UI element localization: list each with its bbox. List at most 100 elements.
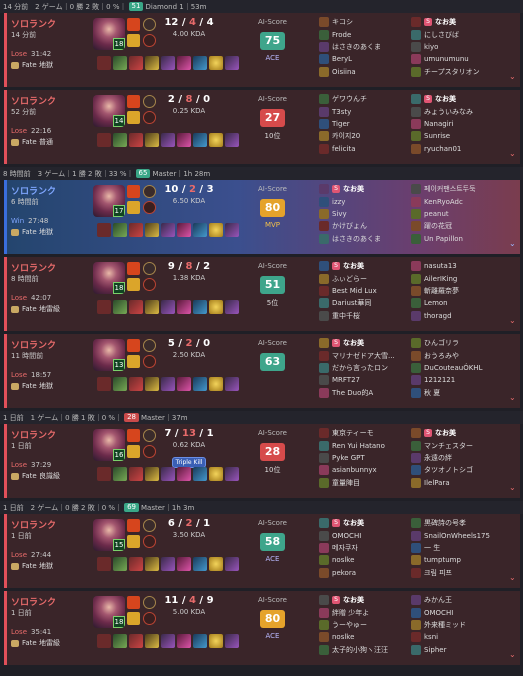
player-entry[interactable]: 躍の花冠 [411,220,497,232]
player-entry[interactable]: Dariust華同 [319,297,405,309]
keystone-rune-icon[interactable] [143,596,156,609]
match-card[interactable]: ソロランク 6 時間前 Win 27:48 Fate 地獄 17 10 / 2 /… [4,180,520,254]
item-icon[interactable] [225,377,239,391]
player-entry[interactable]: にしさびば [411,28,497,40]
match-card[interactable]: ソロランク 14 分前 Lose 31:42 Fate 地獄 18 12 / 4 … [4,13,520,87]
match-card[interactable]: ソロランク 1 日前 Lose 35:41 Fate 地雷級 18 11 / 4 … [4,591,520,665]
secondary-rune-icon[interactable] [143,34,156,47]
item-icon[interactable] [225,223,239,237]
player-entry[interactable]: 카이지20 [319,130,405,142]
ward-trinket-icon[interactable] [209,377,223,391]
champion-portrait[interactable]: 18 [93,596,125,628]
summoner-spell-icon[interactable] [127,445,140,458]
item-icon[interactable] [161,223,175,237]
item-icon[interactable] [161,634,175,648]
item-icon[interactable] [145,467,159,481]
item-icon[interactable] [193,377,207,391]
item-icon[interactable] [225,557,239,571]
item-icon[interactable] [129,377,143,391]
player-entry[interactable]: noslke [319,554,405,566]
player-entry[interactable]: Oisiina [319,66,405,78]
item-icon[interactable] [177,56,191,70]
player-entry[interactable]: Sunrise [411,130,497,142]
item-icon[interactable] [145,56,159,70]
player-entry[interactable]: thoragd [411,310,497,322]
player-entry[interactable]: felicita [319,143,405,155]
player-entry[interactable]: 메자쿠자 [319,542,405,554]
player-entry[interactable]: 秋 夏 [411,387,497,399]
player-entry[interactable]: ふぃどらー [319,272,405,284]
item-icon[interactable] [145,300,159,314]
player-entry[interactable]: nasuta13 [411,260,497,272]
player-entry[interactable]: S なお美 [319,183,405,195]
item-icon[interactable] [97,377,111,391]
chevron-down-icon[interactable]: ⌄ [509,651,517,659]
chevron-down-icon[interactable]: ⌄ [509,73,517,81]
player-entry[interactable]: T3sty [319,105,405,117]
player-entry[interactable]: キコシ [319,16,405,28]
item-icon[interactable] [97,467,111,481]
match-card[interactable]: ソロランク 52 分前 Lose 22:16 Fate 普通 14 2 / 8 /… [4,90,520,164]
player-entry[interactable]: 永遠の絆 [411,452,497,464]
player-entry[interactable]: S なお美 [411,93,497,105]
player-entry[interactable]: Sipher [411,644,497,656]
item-icon[interactable] [161,557,175,571]
match-card[interactable]: ソロランク 1 日前 Lose 37:29 Fate 良識級 16 7 / 13 … [4,424,520,498]
player-entry[interactable]: tumptump [411,554,497,566]
player-entry[interactable]: AilerIKing [411,272,497,284]
champion-portrait[interactable]: 14 [93,95,125,127]
item-icon[interactable] [193,56,207,70]
player-entry[interactable]: かけびょん [319,220,405,232]
item-icon[interactable] [193,223,207,237]
secondary-rune-icon[interactable] [143,201,156,214]
champion-portrait[interactable]: 13 [93,339,125,371]
item-icon[interactable] [177,223,191,237]
item-icon[interactable] [129,223,143,237]
player-entry[interactable]: peanut [411,208,497,220]
item-icon[interactable] [113,377,127,391]
item-icon[interactable] [193,634,207,648]
summoner-spell-icon[interactable] [127,519,140,532]
item-icon[interactable] [145,557,159,571]
summoner-spell-icon[interactable] [127,339,140,352]
player-entry[interactable]: 太子的小狗ヽ汪汪 [319,644,405,656]
player-entry[interactable]: だから言ったロン [319,362,405,374]
item-icon[interactable] [97,133,111,147]
item-icon[interactable] [225,467,239,481]
player-entry[interactable]: umunumunu [411,53,497,65]
item-icon[interactable] [113,634,127,648]
keystone-rune-icon[interactable] [143,519,156,532]
ward-trinket-icon[interactable] [209,223,223,237]
item-icon[interactable] [177,133,191,147]
player-entry[interactable]: pekora [319,567,405,579]
player-entry[interactable]: 黒碑詩の号孝 [411,517,497,529]
player-entry[interactable]: Lemon [411,297,497,309]
secondary-rune-icon[interactable] [143,445,156,458]
champion-portrait[interactable]: 15 [93,519,125,551]
summoner-spell-icon[interactable] [127,262,140,275]
match-card[interactable]: ソロランク 11 時間前 Lose 18:57 Fate 地獄 13 5 / 2 … [4,334,520,408]
player-entry[interactable]: Ren Yui Hatano [319,439,405,451]
player-entry[interactable]: MRFT27 [319,374,405,386]
player-entry[interactable]: 重中千桜 [319,310,405,322]
item-icon[interactable] [161,300,175,314]
player-entry[interactable]: S なお美 [319,517,405,529]
item-icon[interactable] [177,300,191,314]
player-entry[interactable]: ひんゴリラ [411,337,497,349]
summoner-spell-icon[interactable] [127,278,140,291]
champion-portrait[interactable]: 16 [93,429,125,461]
item-icon[interactable] [129,133,143,147]
item-icon[interactable] [193,133,207,147]
secondary-rune-icon[interactable] [143,111,156,124]
player-entry[interactable]: KenRyoAdc [411,195,497,207]
item-icon[interactable] [193,300,207,314]
item-icon[interactable] [177,557,191,571]
player-entry[interactable]: Sivy [319,208,405,220]
item-icon[interactable] [113,133,127,147]
item-icon[interactable] [97,300,111,314]
item-icon[interactable] [113,300,127,314]
player-entry[interactable]: はさきのあくま [319,233,405,245]
player-entry[interactable]: Un Papillon [411,233,497,245]
item-icon[interactable] [129,300,143,314]
player-entry[interactable]: 外来種ミッド [411,619,497,631]
